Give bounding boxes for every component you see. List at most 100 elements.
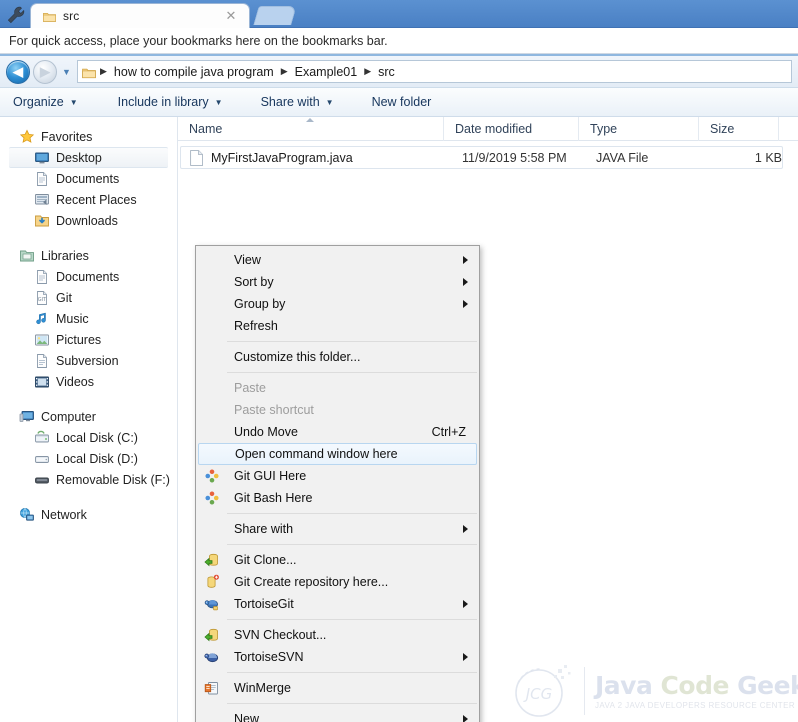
new-tab-button[interactable] <box>253 6 297 25</box>
sidebar-item-label: Pictures <box>56 332 102 347</box>
sidebar-item-label: Documents <box>56 171 120 186</box>
menu-item-undo-move[interactable]: Undo Move Ctrl+Z <box>196 421 479 443</box>
removable-drive-icon <box>34 472 50 488</box>
menu-item-tortoisegit[interactable]: TortoiseGit <box>196 593 479 615</box>
menu-item-svn-checkout[interactable]: SVN Checkout... <box>196 624 479 646</box>
menu-item-sort-by[interactable]: Sort by <box>196 271 479 293</box>
context-menu[interactable]: View Sort by Group by Refresh Customize this… <box>195 245 480 722</box>
sidebar-item-label: Recent Places <box>56 192 137 207</box>
wrench-icon[interactable] <box>6 5 26 25</box>
menu-item-label: Share with <box>234 522 294 536</box>
breadcrumb-item-1[interactable]: how to compile java program <box>111 65 277 79</box>
submenu-arrow-icon <box>463 525 468 533</box>
menu-item-open-command-window-here[interactable]: Open command window here <box>198 443 477 465</box>
sidebar-group-computer: Computer Local Disk (C:) Local Disk (D:) Re… <box>0 406 177 490</box>
menu-item-view[interactable]: View <box>196 249 479 271</box>
browser-tab[interactable]: src ✕ <box>30 3 250 28</box>
tortoise-git-icon <box>204 596 220 612</box>
sidebar-item-label: Documents <box>56 269 120 284</box>
breadcrumb-item-2[interactable]: Example01 <box>292 65 361 79</box>
menu-item-label: Paste shortcut <box>234 403 314 417</box>
sidebar-item-local-disk-d[interactable]: Local Disk (D:) <box>0 448 177 469</box>
command-include-in-library-button[interactable]: Include in library ▼ <box>109 92 232 112</box>
sidebar-item-music[interactable]: Music <box>0 308 177 329</box>
breadcrumb-item-3[interactable]: src <box>375 65 398 79</box>
breadcrumb-separator-icon: ▶ <box>364 66 372 76</box>
sidebar-item-label: Subversion <box>56 353 119 368</box>
forward-button[interactable]: ▶ <box>33 59 57 84</box>
column-header-date-modified[interactable]: Date modified <box>444 116 579 141</box>
git-icon <box>204 490 220 506</box>
command-share-with-button[interactable]: Share with ▼ <box>252 92 343 112</box>
menu-item-shortcut: Ctrl+Z <box>431 425 466 439</box>
sidebar-item-label: Videos <box>56 374 94 389</box>
table-row[interactable]: MyFirstJavaProgram.java 11/9/2019 5:58 PM… <box>180 146 783 169</box>
sidebar-item-libraries[interactable]: Libraries <box>0 245 177 266</box>
menu-item-customize-this-folder[interactable]: Customize this folder... <box>196 346 479 368</box>
submenu-arrow-icon <box>463 715 468 722</box>
menu-item-git-bash-here[interactable]: Git Bash Here <box>196 487 479 509</box>
submenu-arrow-icon <box>463 600 468 608</box>
sidebar-item-removable-disk-f[interactable]: Removable Disk (F:) <box>0 469 177 490</box>
sidebar-item-downloads[interactable]: Downloads <box>0 210 177 231</box>
menu-separator <box>227 544 477 545</box>
svg-text:GIT: GIT <box>38 297 47 303</box>
sidebar-item-git[interactable]: GIT Git <box>0 287 177 308</box>
menu-item-git-create-repository-here[interactable]: Git Create repository here... <box>196 571 479 593</box>
menu-item-git-gui-here[interactable]: Git GUI Here <box>196 465 479 487</box>
address-bar: ◀ ▶ ▼ ▶ how to compile java program ▶ Examp… <box>0 56 798 88</box>
close-icon[interactable]: ✕ <box>224 9 238 23</box>
menu-item-label: Git Clone... <box>234 553 297 567</box>
command-new-folder-button[interactable]: New folder <box>363 92 441 112</box>
command-label: Include in library <box>117 95 209 109</box>
breadcrumb[interactable]: ▶ how to compile java program ▶ Example01 ▶ s… <box>77 60 792 83</box>
sidebar-item-local-disk-c[interactable]: Local Disk (C:) <box>0 427 177 448</box>
menu-item-git-clone[interactable]: Git Clone... <box>196 549 479 571</box>
sidebar-item-label: Downloads <box>56 213 118 228</box>
sidebar-item-label: Favorites <box>41 129 93 144</box>
command-bar: Organize ▼ Include in library ▼ Share with ▼ N… <box>0 88 798 117</box>
menu-item-label: Open command window here <box>235 447 398 461</box>
menu-item-label: Git Bash Here <box>234 491 313 505</box>
git-icon <box>204 468 220 484</box>
menu-item-group-by[interactable]: Group by <box>196 293 479 315</box>
sidebar-item-pictures[interactable]: Pictures <box>0 329 177 350</box>
sidebar-item-label: Git <box>56 290 72 305</box>
sidebar-item-network[interactable]: Network <box>0 504 177 525</box>
sidebar-item-favorites[interactable]: Favorites <box>0 126 177 147</box>
git-library-icon: GIT <box>34 290 50 306</box>
column-header-type[interactable]: Type <box>579 116 699 141</box>
recent-locations-button[interactable]: ▼ <box>59 61 74 83</box>
sidebar-item-videos[interactable]: Videos <box>0 371 177 392</box>
sidebar-item-label: Network <box>41 507 87 522</box>
svn-checkout-icon <box>204 627 220 643</box>
sidebar-item-label: Libraries <box>41 248 89 263</box>
bookmarks-bar: For quick access, place your bookmarks h… <box>0 28 798 54</box>
submenu-arrow-icon <box>463 300 468 308</box>
menu-item-new[interactable]: New <box>196 708 479 722</box>
sidebar-item-desktop[interactable]: Desktop <box>9 147 168 168</box>
column-header-name[interactable]: Name <box>178 116 444 141</box>
git-clone-icon <box>204 552 220 568</box>
column-header-date-label: Date modified <box>455 121 533 136</box>
tortoise-svn-icon <box>204 649 220 665</box>
menu-item-share-with[interactable]: Share with <box>196 518 479 540</box>
command-organize-button[interactable]: Organize ▼ <box>4 92 87 112</box>
tab-title: src <box>63 9 80 23</box>
sidebar-item-subversion[interactable]: Subversion <box>0 350 177 371</box>
winmerge-icon <box>204 680 220 696</box>
menu-item-winmerge[interactable]: WinMerge <box>196 677 479 699</box>
menu-item-refresh[interactable]: Refresh <box>196 315 479 337</box>
menu-separator <box>227 672 477 673</box>
navigation-pane: Favorites Desktop Documents Recent Places Do… <box>0 117 178 722</box>
sidebar-item-documents[interactable]: Documents <box>0 266 177 287</box>
sidebar-item-computer[interactable]: Computer <box>0 406 177 427</box>
back-button[interactable]: ◀ <box>6 59 30 84</box>
menu-item-tortoisesvn[interactable]: TortoiseSVN <box>196 646 479 668</box>
menu-item-label: Group by <box>234 297 286 311</box>
column-header-size[interactable]: Size <box>699 116 779 141</box>
cell-file-name: MyFirstJavaProgram.java <box>211 150 353 165</box>
sidebar-item-documents[interactable]: Documents <box>0 168 177 189</box>
music-note-icon <box>34 311 50 327</box>
sidebar-item-recent-places[interactable]: Recent Places <box>0 189 177 210</box>
